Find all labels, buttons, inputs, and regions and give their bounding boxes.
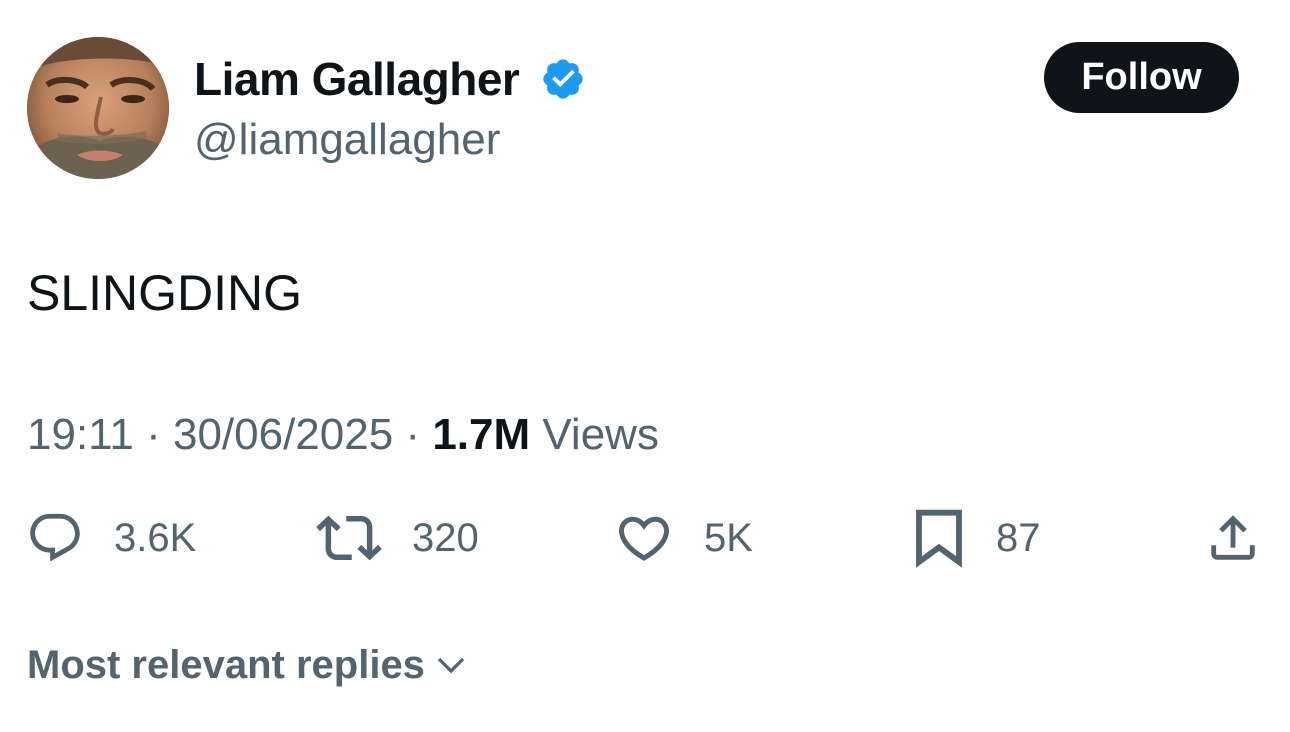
- verified-badge-icon-svg: [543, 59, 583, 99]
- bookmark-button[interactable]: 87: [912, 506, 1041, 570]
- tweet-text: SLINGDING: [27, 265, 303, 321]
- repost-button[interactable]: 320: [316, 506, 479, 570]
- meta-separator: ·: [146, 410, 161, 459]
- chevron-down-icon: [437, 657, 465, 674]
- repost-icon: [316, 515, 382, 561]
- author-handle[interactable]: @liamgallagher: [194, 112, 500, 168]
- replies-sort-dropdown[interactable]: Most relevant replies: [27, 638, 469, 692]
- follow-button[interactable]: Follow: [1044, 42, 1239, 113]
- bookmark-icon: [916, 509, 962, 568]
- replies-sort-label: Most relevant replies: [27, 642, 425, 687]
- tweet-date[interactable]: 30/06/2025: [173, 410, 393, 459]
- tweet-time[interactable]: 19:11: [27, 410, 134, 459]
- reply-icon: [30, 513, 80, 562]
- bookmark-count: 87: [996, 516, 1041, 560]
- share-button[interactable]: [1204, 506, 1262, 570]
- like-button[interactable]: 5K: [614, 506, 753, 570]
- verified-badge-icon[interactable]: [540, 56, 586, 102]
- avatar[interactable]: [27, 37, 169, 179]
- heart-icon: [618, 516, 670, 561]
- like-count: 5K: [704, 516, 753, 560]
- author-display-name[interactable]: Liam Gallagher: [194, 50, 520, 108]
- views-label: Views: [542, 410, 659, 459]
- tweet-meta: 19:11 · 30/06/2025 · 1.7M Views: [27, 407, 659, 463]
- share-icon: [1211, 515, 1255, 560]
- reply-count: 3.6K: [114, 516, 197, 560]
- reply-button[interactable]: 3.6K: [26, 506, 196, 570]
- meta-separator: ·: [405, 410, 421, 459]
- views-count: 1.7M: [432, 410, 531, 459]
- repost-count: 320: [412, 516, 479, 560]
- avatar-photo: [27, 37, 169, 179]
